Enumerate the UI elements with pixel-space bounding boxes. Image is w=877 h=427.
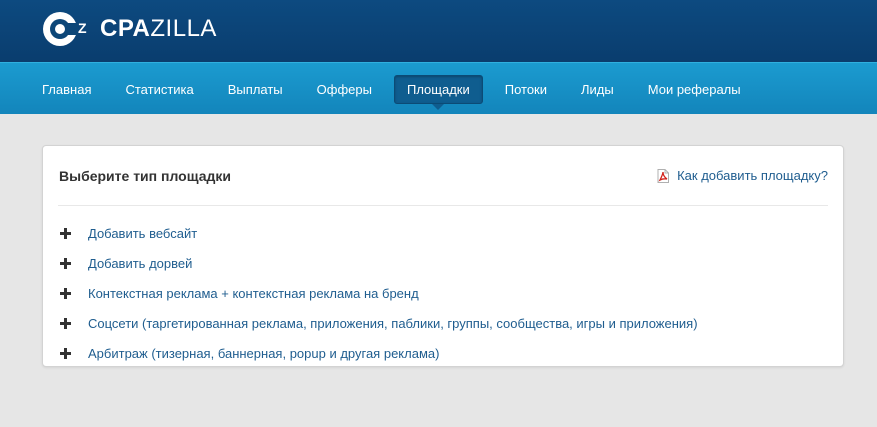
brand-name-light: ZILLA	[150, 15, 217, 42]
platform-type-panel: Выберите тип площадки Как добавить площа…	[42, 145, 844, 367]
how-to-add-link-label: Как добавить площадку?	[677, 168, 828, 183]
plus-icon	[60, 317, 71, 329]
brand-name: CPAZILLA	[100, 9, 217, 49]
nav-item-payouts[interactable]: Выплаты	[211, 75, 300, 104]
nav-item-platforms[interactable]: Площадки	[393, 74, 483, 110]
nav-item-offers[interactable]: Офферы	[300, 75, 389, 104]
nav-item-streams[interactable]: Потоки	[488, 75, 564, 104]
panel-title: Выберите тип площадки	[59, 168, 231, 184]
option-label: Соцсети (таргетированная реклама, прилож…	[88, 315, 698, 331]
nav-item-referrals[interactable]: Мои рефералы	[631, 75, 758, 104]
option-social-networks[interactable]: Соцсети (таргетированная реклама, прилож…	[58, 308, 698, 338]
option-add-website[interactable]: Добавить вебсайт	[58, 218, 698, 248]
header-bar: Z CPAZILLA	[0, 0, 877, 62]
platform-options: Добавить вебсайт Добавить дорвей Контекс…	[58, 218, 698, 368]
option-label: Контекстная реклама + контекстная реклам…	[88, 285, 419, 301]
how-to-add-link[interactable]: Как добавить площадку?	[657, 168, 828, 183]
nav-item-leads[interactable]: Лиды	[564, 75, 631, 104]
logo[interactable]: Z CPAZILLA	[41, 9, 217, 49]
cpazilla-logo-icon: Z	[43, 12, 87, 46]
nav-list: Главная Статистика Выплаты Офферы Площад…	[25, 63, 758, 115]
option-label: Добавить вебсайт	[88, 225, 198, 241]
pdf-icon	[657, 168, 670, 183]
plus-icon	[60, 227, 71, 239]
main-nav: Главная Статистика Выплаты Офферы Площад…	[0, 62, 877, 114]
option-arbitrage[interactable]: Арбитраж (тизерная, баннерная, popup и д…	[58, 338, 698, 368]
option-label: Арбитраж (тизерная, баннерная, popup и д…	[88, 345, 440, 361]
nav-item-home[interactable]: Главная	[25, 75, 108, 104]
option-add-doorway[interactable]: Добавить дорвей	[58, 248, 698, 278]
panel-header: Выберите тип площадки Как добавить площа…	[58, 146, 828, 206]
plus-icon	[60, 287, 71, 299]
plus-icon	[60, 347, 71, 359]
plus-icon	[60, 257, 71, 269]
option-label: Добавить дорвей	[88, 255, 193, 271]
brand-name-bold: CPA	[100, 15, 151, 42]
option-context-ads[interactable]: Контекстная реклама + контекстная реклам…	[58, 278, 698, 308]
logo-letter: Z	[78, 20, 87, 36]
nav-item-statistics[interactable]: Статистика	[108, 75, 210, 104]
